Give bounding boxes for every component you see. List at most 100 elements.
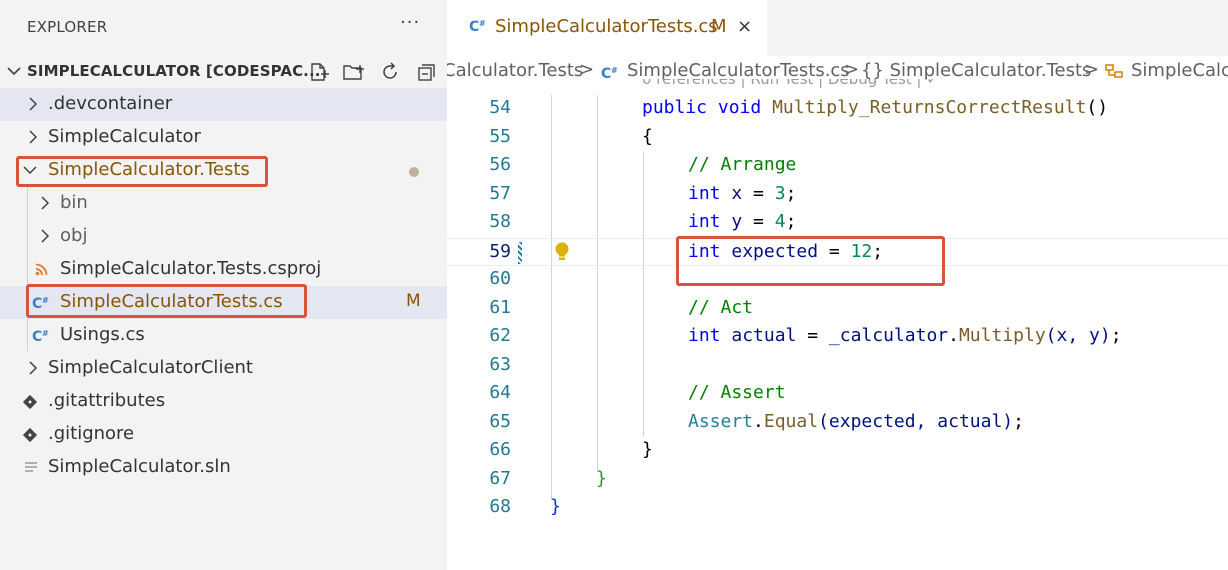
line-number: 66 [489,439,511,460]
breadcrumb-item[interactable]: {} SimpleCalculator.Tests [861,60,1091,81]
tab-simplecalculatortests[interactable]: C # SimpleCalculatorTests.cs M × [447,0,767,56]
tree-item-label: .devcontainer [48,93,173,114]
workspace-title: SIMPLECALCULATOR [CODESPAC... [27,62,321,80]
tree-item-usings-cs[interactable]: C # Usings.cs [0,319,447,352]
keyword: int [688,211,721,232]
modified-gutter-indicator [518,241,522,264]
svg-text:C: C [601,66,611,82]
tree-item-obj[interactable]: obj [0,220,447,253]
class-icon [1105,64,1123,78]
code-line: 68 } [447,494,1228,523]
close-icon[interactable]: × [737,16,752,37]
arguments: (expected, actual) [818,410,1014,432]
chevron-right-icon: > [844,59,860,80]
line-number: 62 [489,325,511,346]
explorer-title: EXPLORER [27,18,108,36]
lightbulb-icon[interactable] [553,241,571,263]
workspace-header[interactable]: SIMPLECALCULATOR [CODESPAC... [0,57,447,87]
tree-item-gitignore[interactable]: .gitignore [0,418,447,451]
code-line: 56 // Arrange [447,152,1228,181]
chevron-right-icon [41,196,50,210]
editor: C # SimpleCalculatorTests.cs M × Calcula… [447,0,1228,570]
tree-item-gitattributes[interactable]: .gitattributes [0,385,447,418]
svg-text:#: # [479,19,486,28]
comment: // Assert [688,382,786,403]
breadcrumb-item[interactable]: SimpleCalcu [1131,60,1228,81]
code-line: 61 // Act [447,295,1228,324]
punctuation: () [1086,97,1109,118]
chevron-right-icon: > [579,59,595,80]
tab-modified-badge: M [711,16,727,37]
tree-item-label: SimpleCalculator [48,126,201,147]
code-line: 67 } [447,466,1228,495]
operator: = [742,211,775,232]
highlight-tests-folder [16,156,268,187]
new-file-icon[interactable] [307,61,329,83]
method-name: Equal [763,410,819,432]
punctuation: ; [1013,410,1024,432]
identifier: actual [731,325,797,346]
line-number: 55 [489,125,511,147]
comment: // Arrange [688,154,797,175]
keyword: int [688,182,721,204]
code-line: 55 { [447,124,1228,153]
chevron-right-icon [29,130,38,144]
tree-item-simplecalculator[interactable]: SimpleCalculator [0,121,447,154]
git-icon [22,394,38,410]
brace: { [642,125,653,147]
operator: = [796,325,829,346]
tree-item-simplecalculatorclient[interactable]: SimpleCalculatorClient [0,352,447,385]
line-number: 56 [489,154,511,175]
punctuation: ; [1110,325,1122,346]
line-number: 54 [489,97,511,118]
chevron-down-icon [7,67,21,76]
collapse-all-icon[interactable] [414,61,436,83]
line-number: 61 [489,296,511,318]
tab-bar: C # SimpleCalculatorTests.cs M × [447,0,1228,56]
svg-text:C: C [32,329,42,345]
code-line: 62 int actual = _calculator.Multiply(x, … [447,323,1228,352]
comment: // Act [688,296,754,318]
code-line: 54 public void Multiply_ReturnsCorrectRe… [447,95,1228,124]
punctuation: ; [785,182,797,204]
line-number: 67 [489,467,511,489]
modified-dot-badge [409,167,419,177]
code-line: 66 } [447,437,1228,466]
highlight-tests-file [26,284,307,318]
more-actions-icon[interactable]: ··· [400,12,420,33]
tree-item-label: .gitattributes [48,390,166,411]
tree-item-devcontainer[interactable]: .devcontainer [0,88,447,121]
number: 3 [774,182,786,204]
explorer-sidebar: EXPLORER ··· SIMPLECALCULATOR [CODESPAC.… [0,0,447,570]
identifier: y [731,211,743,232]
tree-item-sln[interactable]: SimpleCalculator.sln [0,451,447,484]
explorer-header: EXPLORER ··· [0,0,447,56]
code-area[interactable]: 54 public void Multiply_ReturnsCorrectRe… [447,95,1228,570]
refresh-icon[interactable] [379,61,401,83]
new-folder-icon[interactable] [342,61,364,83]
line-number: 63 [489,353,511,375]
breadcrumb-item[interactable]: Calculator.Tests [447,60,583,81]
tree-item-label: .gitignore [48,423,135,444]
lines-file-icon [25,462,37,472]
identifier: x [731,182,743,204]
csharp-icon: C # [32,329,49,345]
method-name: Multiply [958,325,1046,346]
svg-text:#: # [611,66,618,75]
line-number: 68 [489,496,511,517]
rss-icon [35,263,48,276]
tree-item-label: SimpleCalculator.Tests.csproj [60,258,322,279]
chevron-right-icon [41,229,50,243]
tree-item-csproj[interactable]: SimpleCalculator.Tests.csproj [0,253,447,286]
keyword: int [688,325,721,346]
highlight-expected-line [676,236,945,286]
chevron-right-icon [29,361,38,375]
keyword: void [717,97,762,118]
breadcrumb-item[interactable]: SimpleCalculatorTests.cs [627,60,850,81]
svg-text:C: C [469,19,479,35]
method-name: Multiply_ReturnsCorrectResult [772,97,1087,118]
brace: } [596,467,607,489]
tree-item-bin[interactable]: bin [0,187,447,220]
brace: } [642,439,653,460]
code-line: 57 int x = 3; [447,181,1228,210]
